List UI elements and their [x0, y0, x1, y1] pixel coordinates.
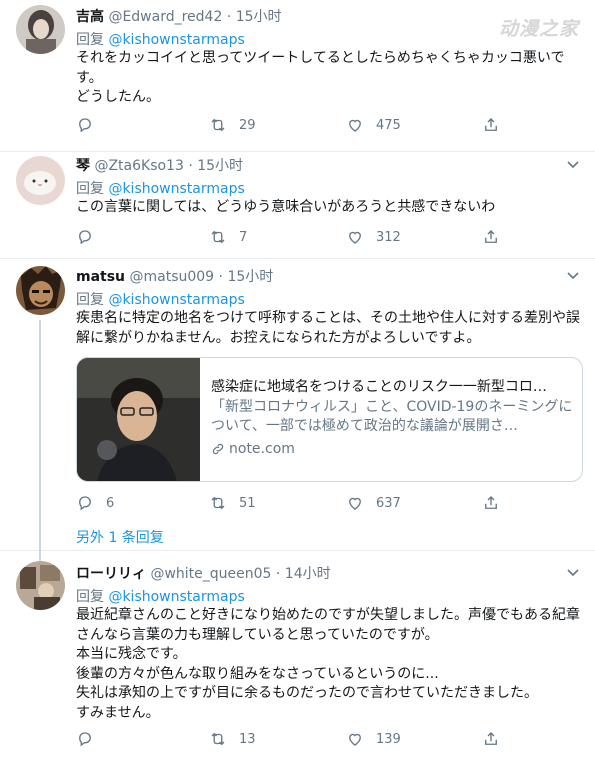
author-handle[interactable]: @matsu009	[129, 269, 214, 285]
reply-count: 6	[106, 495, 115, 511]
reply-to-mention[interactable]: @kishownstarmaps	[108, 292, 244, 308]
like-count: 312	[376, 229, 401, 245]
avatar[interactable]	[16, 266, 65, 315]
retweet-count: 13	[239, 731, 256, 747]
like-button[interactable]: 139	[346, 728, 401, 750]
reply-icon	[79, 230, 91, 245]
tweet-time[interactable]: · 15小时	[188, 158, 243, 174]
retweet-button[interactable]: 29	[209, 114, 256, 136]
author-handle[interactable]: @Zta6Kso13	[94, 158, 183, 174]
avatar[interactable]	[16, 5, 65, 54]
author-handle[interactable]: @Edward_red42	[108, 9, 222, 25]
reply-icon	[79, 118, 91, 133]
like-button[interactable]: 637	[346, 492, 401, 514]
tweet-text: この言葉に関しては、どうゆう意味合いがあろうと共感できないわ	[76, 199, 496, 215]
tweet-item[interactable]: 琴 @Zta6Kso13 · 15小时 回复 @kishownstarmaps …	[0, 152, 595, 259]
retweet-button[interactable]: 51	[209, 492, 256, 514]
like-button[interactable]: 475	[346, 114, 401, 136]
card-image	[77, 358, 200, 481]
chevron-down-icon[interactable]	[565, 267, 581, 283]
like-icon	[349, 733, 361, 746]
retweet-icon	[211, 230, 225, 244]
retweet-count: 7	[239, 229, 248, 245]
author-handle[interactable]: @white_queen05	[150, 566, 271, 582]
like-count: 139	[376, 731, 401, 747]
share-icon	[485, 496, 497, 509]
share-button[interactable]	[482, 728, 500, 750]
share-button[interactable]	[482, 114, 500, 136]
reply-button[interactable]	[76, 114, 106, 136]
like-icon	[349, 231, 361, 244]
link-card[interactable]: 感染症に地域名をつけることのリスク一一新型コロ… 「新型コロナウィルス」こと、C…	[76, 357, 583, 482]
author-name[interactable]: ローリリィ	[76, 566, 146, 582]
reply-prefix: 回复	[76, 32, 104, 48]
tweet-time[interactable]: · 15小时	[219, 269, 274, 285]
retweet-icon	[211, 732, 225, 746]
reply-prefix: 回复	[76, 292, 104, 308]
tweet-item[interactable]: 吉高 @Edward_red42 · 15小时 回复 @kishownstarm…	[0, 0, 595, 152]
avatar[interactable]	[16, 156, 65, 205]
retweet-button[interactable]: 13	[209, 728, 256, 750]
author-name[interactable]: 吉高	[76, 9, 104, 25]
share-icon	[485, 732, 497, 745]
avatar[interactable]	[16, 561, 65, 610]
author-name[interactable]: 琴	[76, 158, 90, 174]
reply-to-mention[interactable]: @kishownstarmaps	[108, 181, 244, 197]
like-icon	[349, 119, 361, 132]
like-icon	[349, 497, 361, 510]
like-count: 637	[376, 495, 401, 511]
reply-to-mention[interactable]: @kishownstarmaps	[108, 589, 244, 605]
like-button[interactable]: 312	[346, 226, 401, 248]
like-count: 475	[376, 117, 401, 133]
chevron-down-icon[interactable]	[565, 564, 581, 580]
tweet-text: それをカッコイイと思ってツイートしてるとしたらめちゃくちゃカッコ悪いです。 どう…	[76, 50, 565, 105]
link-icon	[212, 444, 224, 455]
show-more-replies-link[interactable]: 另外 1 条回复	[76, 527, 164, 547]
retweet-icon	[211, 118, 225, 132]
chevron-down-icon[interactable]	[565, 156, 581, 172]
reply-icon	[79, 496, 91, 511]
reply-button[interactable]	[76, 728, 106, 750]
tweet-text: 疾患名に特定の地名をつけて呼称することは、その土地や住人に対する差別や誤解に繋が…	[76, 310, 580, 346]
author-name[interactable]: matsu	[76, 269, 125, 285]
card-domain: note.com	[229, 440, 295, 457]
card-description: 「新型コロナウィルス」こと、COVID-19のネーミングについて、一部では極めて…	[211, 398, 573, 435]
card-title: 感染症に地域名をつけることのリスク一一新型コロ…	[211, 379, 547, 395]
reply-prefix: 回复	[76, 181, 104, 197]
reply-icon	[79, 732, 91, 747]
share-button[interactable]	[482, 492, 500, 514]
reply-to-mention[interactable]: @kishownstarmaps	[108, 32, 244, 48]
share-icon	[485, 230, 497, 243]
retweet-button[interactable]: 7	[209, 226, 247, 248]
reply-button[interactable]: 6	[76, 492, 114, 514]
reply-prefix: 回复	[76, 589, 104, 605]
retweet-count: 51	[239, 495, 256, 511]
share-button[interactable]	[482, 226, 500, 248]
retweet-icon	[211, 496, 225, 510]
tweet-text: 最近紀章さんのこと好きになり始めたのですが失望しました。声優でもある紀章さんなら…	[76, 607, 580, 721]
share-icon	[485, 118, 497, 131]
retweet-count: 29	[239, 117, 256, 133]
reply-button[interactable]	[76, 226, 106, 248]
tweet-time[interactable]: · 15小时	[227, 9, 282, 25]
tweet-time[interactable]: · 14小时	[276, 566, 331, 582]
tweet-item[interactable]: ローリリィ @white_queen05 · 14小时 回复 @kishowns…	[0, 551, 595, 761]
